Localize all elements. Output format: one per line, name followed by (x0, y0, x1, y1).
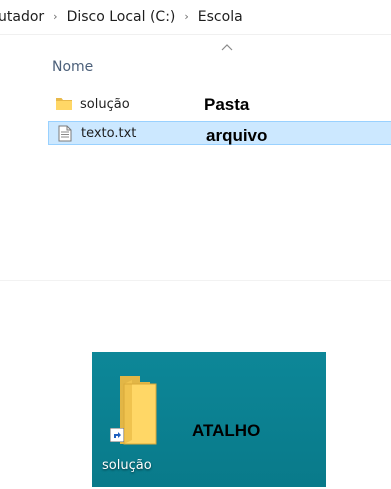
desktop-area: solução ATALHO (92, 352, 326, 487)
file-name-texto[interactable]: texto.txt (81, 126, 195, 141)
breadcrumb-separator-icon[interactable]: › (53, 10, 57, 23)
shortcut-arrow-icon (110, 428, 124, 442)
breadcrumb-item-local-disk[interactable]: Disco Local (C:) (67, 9, 176, 25)
folder-icon (54, 95, 74, 113)
breadcrumb-item-computer[interactable]: utador (0, 9, 44, 25)
column-header-name[interactable]: Nome (52, 59, 93, 75)
annotation-atalho: ATALHO (192, 421, 261, 440)
text-file-icon (55, 124, 75, 142)
annotation-pasta: Pasta (204, 95, 250, 114)
breadcrumb-separator-icon[interactable]: › (184, 10, 188, 23)
screenshot-canvas: utador › Disco Local (C:) › Escola Nome … (0, 0, 391, 489)
chevron-up-icon (221, 44, 233, 51)
explorer-bottom-divider (0, 280, 391, 281)
desktop-shortcut-label[interactable]: solução (102, 458, 152, 473)
address-breadcrumb[interactable]: utador › Disco Local (C:) › Escola (0, 0, 391, 35)
breadcrumb-item-escola[interactable]: Escola (198, 9, 243, 25)
annotation-arquivo: arquivo (206, 126, 268, 145)
file-name-solucao[interactable]: solução (80, 97, 194, 112)
